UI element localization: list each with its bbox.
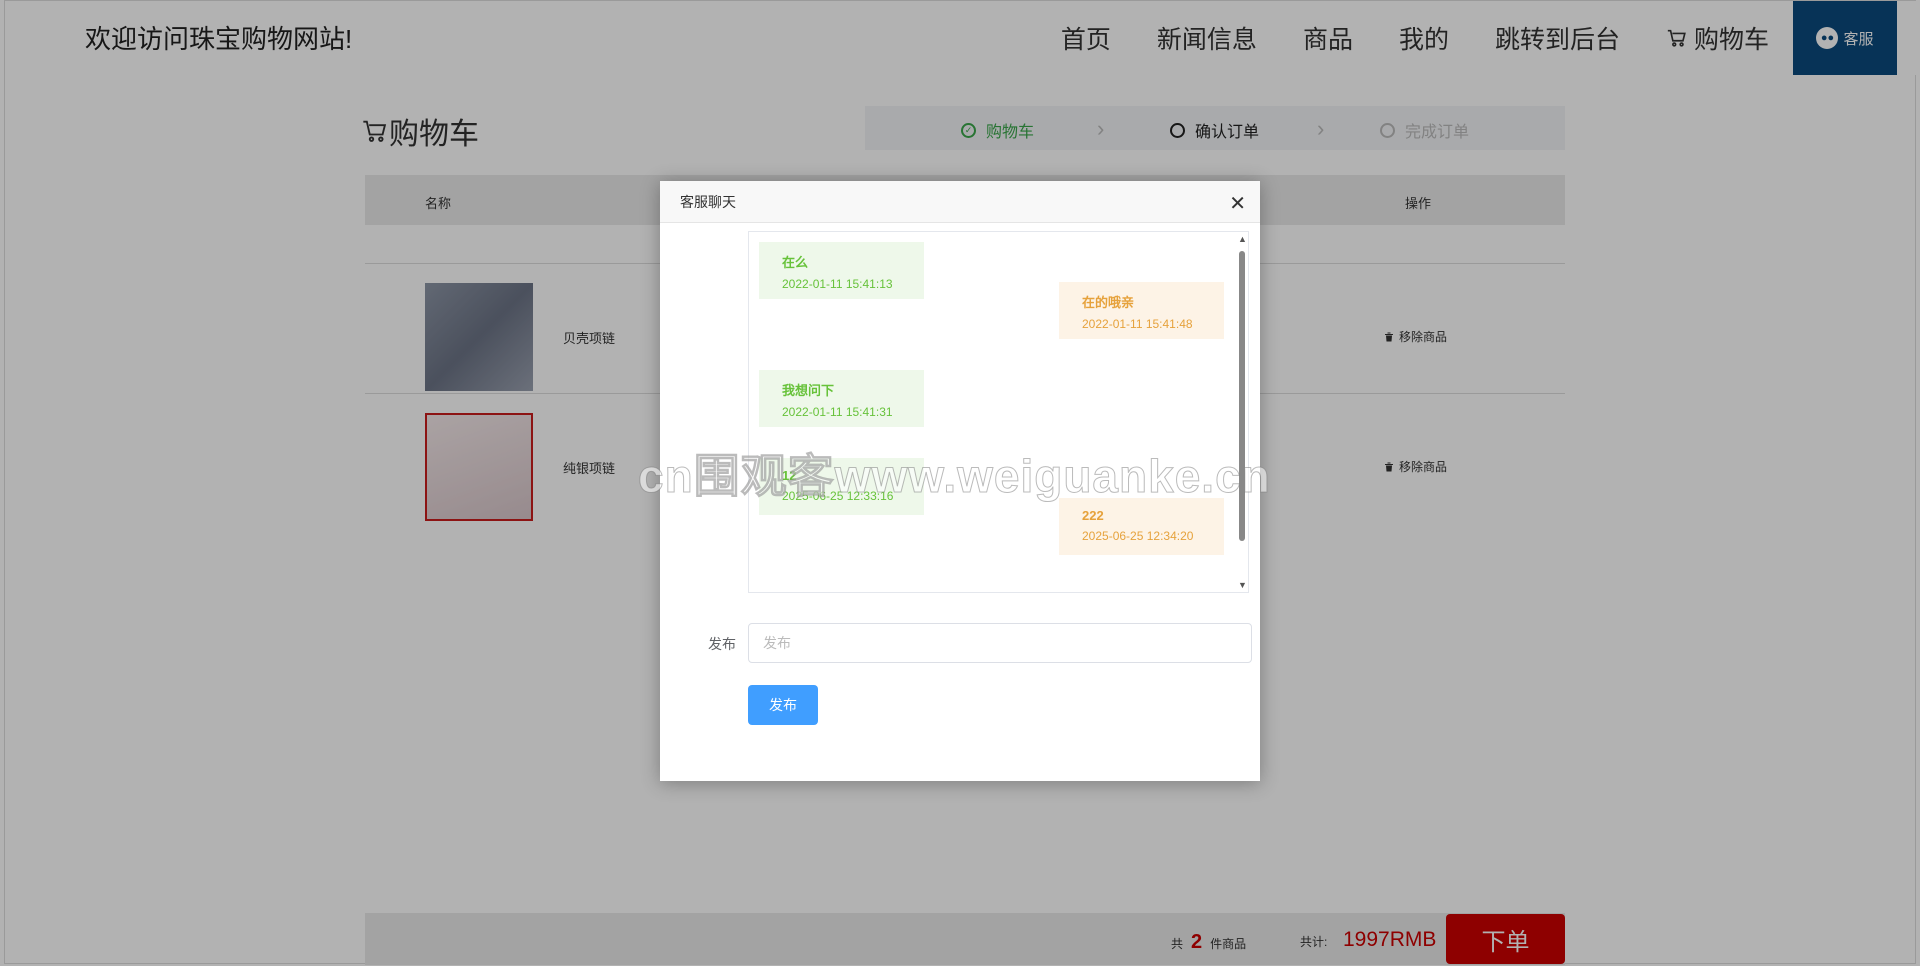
chat-message: 我想问下 2022-01-11 15:41:31 xyxy=(759,370,924,427)
message-time: 2025-06-25 12:34:20 xyxy=(1082,529,1194,543)
message-time: 2022-01-11 15:41:31 xyxy=(782,405,893,419)
chat-history[interactable]: 在么 2022-01-11 15:41:13 在的哦亲 2022-01-11 1… xyxy=(748,231,1249,593)
publish-label: 发布 xyxy=(708,636,736,652)
dialog-title: 客服聊天 xyxy=(680,193,736,210)
publish-button[interactable]: 发布 xyxy=(748,685,818,725)
chat-message: 在么 2022-01-11 15:41:13 xyxy=(759,242,924,299)
watermark: cn围观客www.weiguanke.cn xyxy=(638,450,1271,503)
message-text: 222 xyxy=(1082,508,1104,523)
close-icon[interactable]: ✕ xyxy=(1229,191,1246,216)
chat-message: 在的哦亲 2022-01-11 15:41:48 xyxy=(1059,282,1224,339)
message-time: 2022-01-11 15:41:48 xyxy=(1082,317,1193,331)
scroll-up-icon[interactable]: ▲ xyxy=(1238,234,1247,244)
scroll-down-icon[interactable]: ▼ xyxy=(1238,580,1247,590)
message-input[interactable] xyxy=(748,623,1252,663)
message-text: 在的哦亲 xyxy=(1082,295,1135,310)
chat-scrollbar[interactable]: ▲ ▼ xyxy=(1236,232,1248,592)
message-time: 2022-01-11 15:41:13 xyxy=(782,277,893,291)
dialog-header: 客服聊天 ✕ xyxy=(660,181,1260,223)
chat-message: 222 2025-06-25 12:34:20 xyxy=(1059,498,1224,555)
message-text: 在么 xyxy=(782,255,809,270)
message-text: 我想问下 xyxy=(782,383,835,398)
